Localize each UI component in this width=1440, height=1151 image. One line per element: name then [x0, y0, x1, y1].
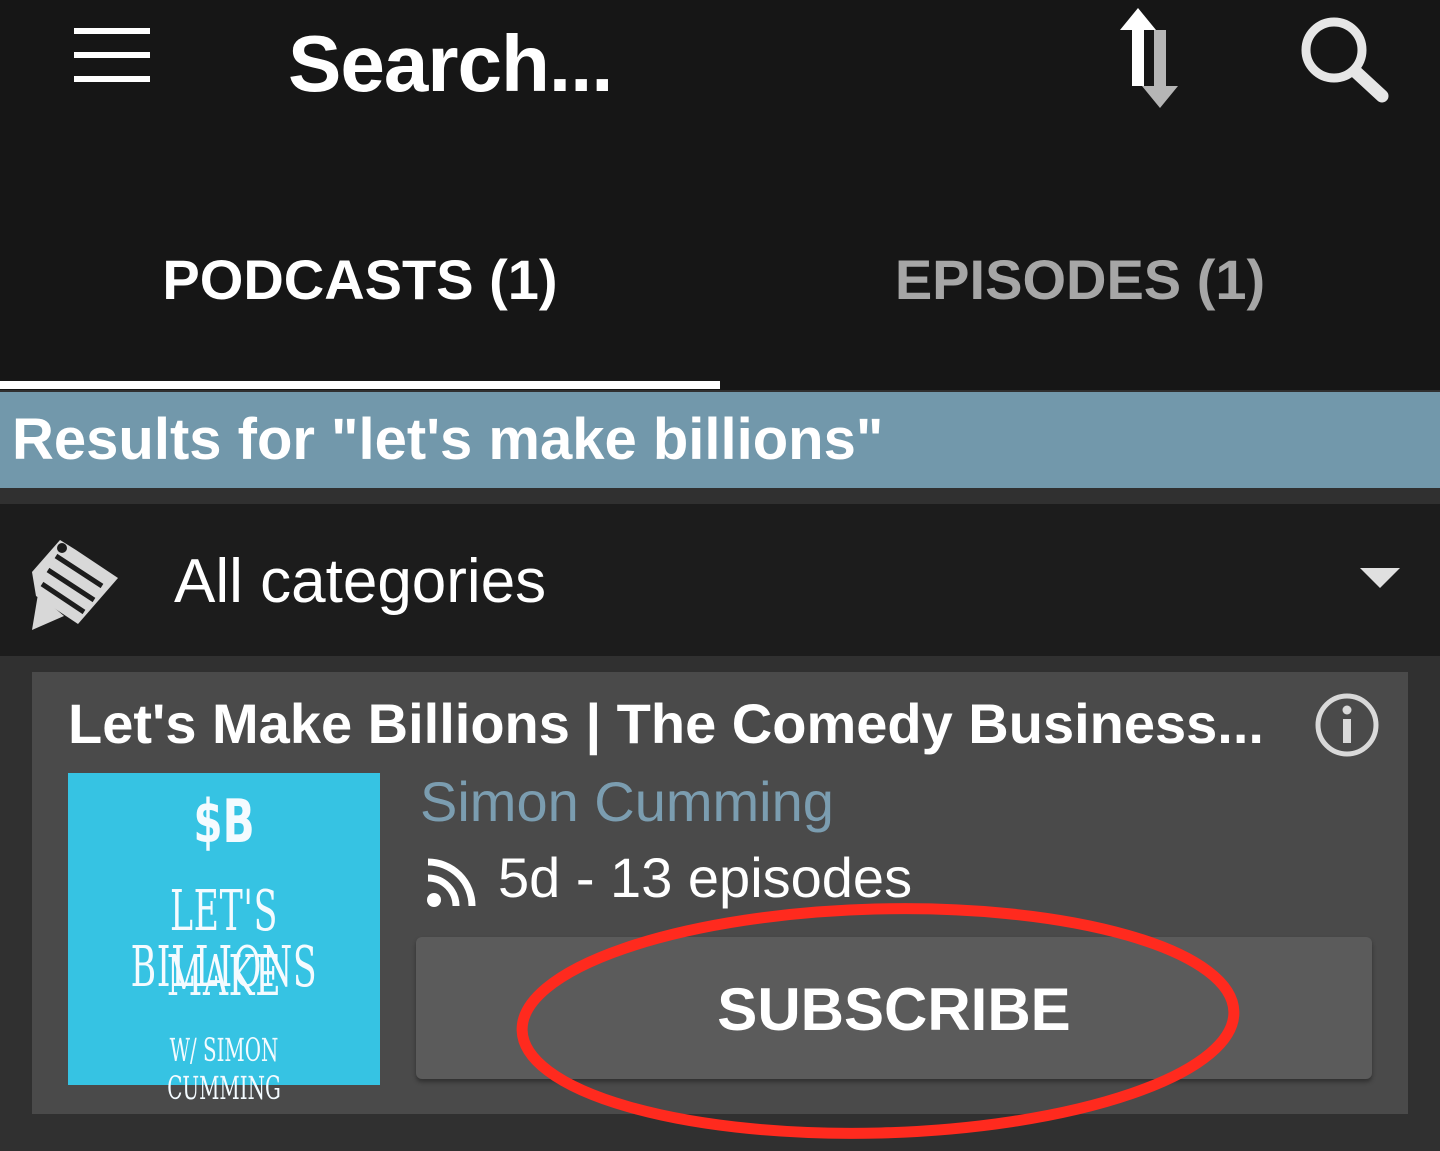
tab-episodes[interactable]: EPISODES (1)	[720, 240, 1440, 320]
artwork-text-byline: W/ SIMON CUMMING	[167, 1031, 281, 1107]
hamburger-menu-icon[interactable]	[74, 28, 150, 82]
magnifier-icon[interactable]	[1296, 12, 1392, 108]
artwork-text-logo: $B	[193, 787, 255, 857]
podcast-title: Let's Make Billions | The Comedy Busines…	[68, 692, 1264, 755]
sort-arrows-icon[interactable]	[1116, 6, 1188, 110]
info-icon[interactable]	[1314, 692, 1380, 758]
rss-icon	[427, 858, 476, 907]
category-dropdown[interactable]: All categories	[0, 504, 1440, 656]
highlight-annotation-ellipse	[516, 903, 1240, 1139]
dropdown-arrow-icon[interactable]	[1360, 568, 1400, 588]
search-field[interactable]: Search...	[288, 18, 614, 110]
app-bar: Search... PODCASTS (1) EPISODES (1)	[0, 0, 1440, 390]
tag-pencil-icon	[32, 540, 118, 630]
results-header: Results for "let's make billions"	[0, 392, 1440, 488]
results-query-text: Results for "let's make billions"	[12, 407, 884, 472]
tab-podcasts[interactable]: PODCASTS (1)	[0, 240, 720, 320]
category-selected-label: All categories	[174, 547, 547, 616]
podcast-author: Simon Cumming	[420, 770, 834, 833]
tab-selected-indicator	[0, 381, 720, 389]
artwork-text-line: BILLIONS	[130, 935, 318, 1000]
podcast-artwork[interactable]: $B LET'S MAKE BILLIONS W/ SIMON CUMMING	[68, 773, 380, 1107]
